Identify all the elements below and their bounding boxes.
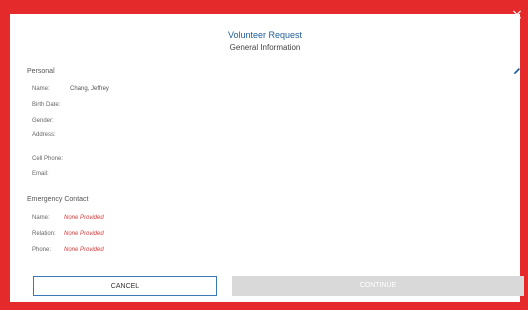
continue-button[interactable]: CONTINUE [232,276,524,296]
relation-value: None Provided [64,231,104,237]
birth-date-label: Birth Date: [32,102,61,108]
relation-label: Relation: [32,231,56,237]
personal-name-label: Name: [32,86,50,92]
cell-phone-label: Cell Phone: [32,156,64,162]
gender-label: Gender: [32,118,54,124]
dialog-title: Volunteer Request [227,30,303,40]
dialog-subtitle: General Information [229,43,301,52]
email-label: Email: [32,171,49,177]
emergency-name-value: None Provided [64,215,104,221]
emergency-contact-heading: Emergency Contact [27,196,89,203]
personal-name-value: Chang, Jeffrey [70,86,109,92]
emergency-name-label: Name: [32,215,50,221]
volunteer-request-dialog: Volunteer Request General Information Pe… [10,14,524,302]
pencil-icon[interactable] [512,66,522,76]
cancel-button[interactable]: CANCEL [33,276,217,296]
emergency-phone-value: None Provided [64,247,104,253]
personal-heading: Personal [27,68,55,75]
address-label: Address: [32,132,56,138]
emergency-phone-label: Phone: [32,247,52,253]
